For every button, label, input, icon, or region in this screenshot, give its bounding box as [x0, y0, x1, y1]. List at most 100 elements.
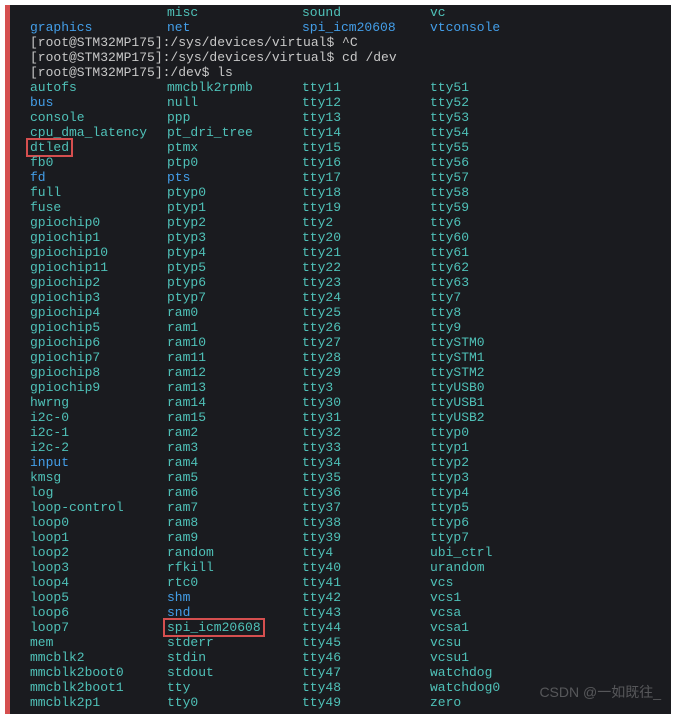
- file-entry: ram15: [167, 410, 302, 425]
- file-entry: tty24: [302, 290, 430, 305]
- file-entry: tty61: [430, 245, 630, 260]
- file-entry: tty19: [302, 200, 430, 215]
- file-entry: ram12: [167, 365, 302, 380]
- file-entry: tty27: [302, 335, 430, 350]
- file-entry: bus: [30, 95, 167, 110]
- listing-row: inputram4tty34ttyp2: [30, 455, 671, 470]
- file-entry: tty7: [430, 290, 630, 305]
- file-entry: ttyp2: [430, 455, 630, 470]
- file-entry: tty42: [302, 590, 430, 605]
- listing-row: fuseptyp1tty19tty59: [30, 200, 671, 215]
- listing-row: fullptyp0tty18tty58: [30, 185, 671, 200]
- file-entry: tty13: [302, 110, 430, 125]
- file-entry: console: [30, 110, 167, 125]
- terminal-content: miscsoundvcgraphicsnetspi_icm20608vtcons…: [10, 5, 671, 710]
- listing-row: gpiochip11ptyp5tty22tty62: [30, 260, 671, 275]
- file-entry: ptyp1: [167, 200, 302, 215]
- file-entry: ram14: [167, 395, 302, 410]
- file-entry: gpiochip11: [30, 260, 167, 275]
- file-entry: ram10: [167, 335, 302, 350]
- file-entry: tty0: [167, 695, 302, 710]
- file-entry: i2c-2: [30, 440, 167, 455]
- file-entry: vtconsole: [430, 20, 630, 35]
- file-entry: ram2: [167, 425, 302, 440]
- listing-row: gpiochip7ram11tty28ttySTM1: [30, 350, 671, 365]
- file-entry: net: [167, 20, 302, 35]
- file-entry: tty54: [430, 125, 630, 140]
- file-entry: dtled: [30, 140, 167, 155]
- file-entry: loop7: [30, 620, 167, 635]
- file-entry: vcsa1: [430, 620, 630, 635]
- prompt-line[interactable]: [root@STM32MP175]:/sys/devices/virtual$ …: [30, 35, 671, 50]
- file-entry: tty17: [302, 170, 430, 185]
- file-entry: loop1: [30, 530, 167, 545]
- file-entry: loop6: [30, 605, 167, 620]
- file-entry: gpiochip10: [30, 245, 167, 260]
- file-entry: gpiochip0: [30, 215, 167, 230]
- file-entry: gpiochip6: [30, 335, 167, 350]
- file-entry: tty23: [302, 275, 430, 290]
- file-entry: gpiochip1: [30, 230, 167, 245]
- file-entry: gpiochip7: [30, 350, 167, 365]
- file-entry: pts: [167, 170, 302, 185]
- listing-row: hwrngram14tty30ttyUSB1: [30, 395, 671, 410]
- file-entry: misc: [167, 5, 302, 20]
- listing-row: gpiochip6ram10tty27ttySTM0: [30, 335, 671, 350]
- file-entry: vcs: [430, 575, 630, 590]
- file-entry: stdin: [167, 650, 302, 665]
- file-entry: vcsa: [430, 605, 630, 620]
- file-entry: tty15: [302, 140, 430, 155]
- listing-row: memstderrtty45vcsu: [30, 635, 671, 650]
- file-entry: log: [30, 485, 167, 500]
- file-entry: tty32: [302, 425, 430, 440]
- listing-row: fdptstty17tty57: [30, 170, 671, 185]
- listing-row: loop1ram9tty39ttyp7: [30, 530, 671, 545]
- file-entry: shm: [167, 590, 302, 605]
- file-entry: tty21: [302, 245, 430, 260]
- file-entry: tty26: [302, 320, 430, 335]
- file-entry: zero: [430, 695, 630, 710]
- listing-row: loop3rfkilltty40urandom: [30, 560, 671, 575]
- listing-row: logram6tty36ttyp4: [30, 485, 671, 500]
- file-entry: ram6: [167, 485, 302, 500]
- listing-row: miscsoundvc: [30, 5, 671, 20]
- file-entry: ttySTM2: [430, 365, 630, 380]
- file-entry: ram3: [167, 440, 302, 455]
- file-entry: ttyp6: [430, 515, 630, 530]
- file-entry: urandom: [430, 560, 630, 575]
- file-entry: mmcblk2boot1: [30, 680, 167, 695]
- file-entry: tty16: [302, 155, 430, 170]
- file-entry: tty58: [430, 185, 630, 200]
- file-entry: [30, 5, 167, 20]
- file-entry: spi_icm20608: [302, 20, 430, 35]
- listing-row: mmcblk2boot1ttytty48watchdog0: [30, 680, 671, 695]
- file-entry: pt_dri_tree: [167, 125, 302, 140]
- file-entry: loop-control: [30, 500, 167, 515]
- listing-row: loop0ram8tty38ttyp6: [30, 515, 671, 530]
- file-entry: tty12: [302, 95, 430, 110]
- file-entry: ttyUSB2: [430, 410, 630, 425]
- file-entry: gpiochip5: [30, 320, 167, 335]
- file-entry: ttyp1: [430, 440, 630, 455]
- listing-row: cpu_dma_latencypt_dri_treetty14tty54: [30, 125, 671, 140]
- file-entry: gpiochip3: [30, 290, 167, 305]
- file-entry: tty25: [302, 305, 430, 320]
- file-entry: tty28: [302, 350, 430, 365]
- file-entry: random: [167, 545, 302, 560]
- file-entry: tty45: [302, 635, 430, 650]
- file-entry: ptyp2: [167, 215, 302, 230]
- listing-row: gpiochip3ptyp7tty24tty7: [30, 290, 671, 305]
- listing-row: gpiochip2ptyp6tty23tty63: [30, 275, 671, 290]
- file-entry: gpiochip4: [30, 305, 167, 320]
- listing-row: gpiochip10ptyp4tty21tty61: [30, 245, 671, 260]
- prompt-line[interactable]: [root@STM32MP175]:/dev$ ls: [30, 65, 671, 80]
- listing-row: loop7spi_icm20608tty44vcsa1: [30, 620, 671, 635]
- prompt-line[interactable]: [root@STM32MP175]:/sys/devices/virtual$ …: [30, 50, 671, 65]
- file-entry: tty33: [302, 440, 430, 455]
- listing-row: graphicsnetspi_icm20608vtconsole: [30, 20, 671, 35]
- terminal-window[interactable]: miscsoundvcgraphicsnetspi_icm20608vtcons…: [5, 5, 671, 714]
- file-entry: tty39: [302, 530, 430, 545]
- file-entry: ttyp7: [430, 530, 630, 545]
- file-entry: ppp: [167, 110, 302, 125]
- file-entry: ram7: [167, 500, 302, 515]
